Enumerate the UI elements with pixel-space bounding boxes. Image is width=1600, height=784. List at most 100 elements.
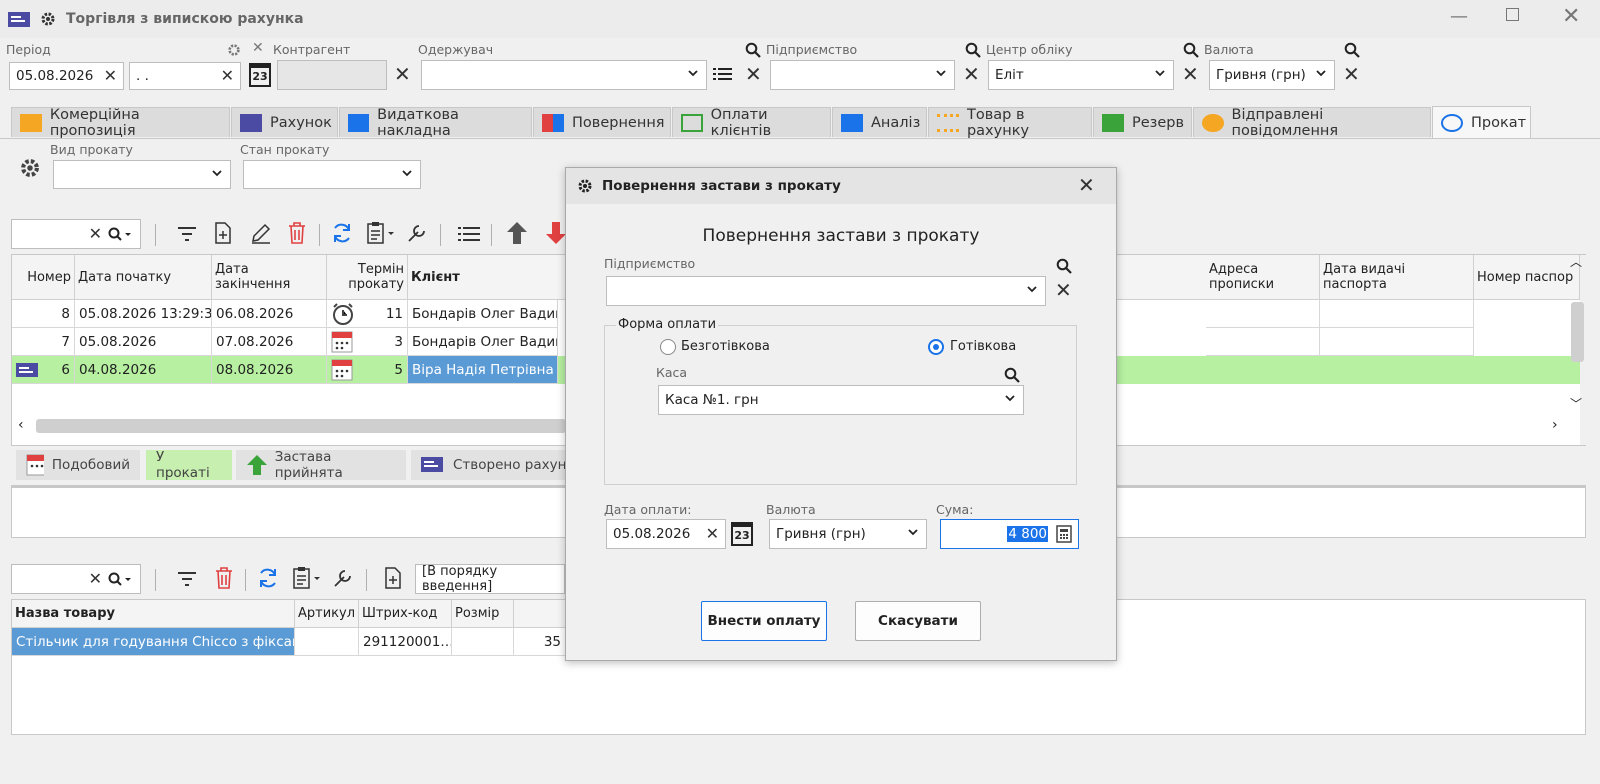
table-cell[interactable]: 8 xyxy=(12,300,75,328)
cash-radio[interactable] xyxy=(928,339,944,355)
clear-icon[interactable]: ✕ xyxy=(706,524,719,544)
move-up-icon[interactable] xyxy=(506,221,528,245)
table-cell[interactable] xyxy=(1206,300,1320,328)
calendar-icon[interactable]: 23 xyxy=(731,522,753,546)
sort-order-select[interactable]: [В порядку введення] xyxy=(415,564,565,594)
tab-commercial-offer[interactable]: Комерційна пропозиція xyxy=(11,107,230,139)
table-cell[interactable] xyxy=(452,628,514,656)
search-dropdown-icon[interactable] xyxy=(108,572,132,588)
submit-payment-button[interactable]: Внести оплату xyxy=(701,601,827,641)
table-cell[interactable]: 08.08.2026 xyxy=(212,356,327,384)
horizontal-scrollbar-thumb[interactable] xyxy=(36,419,566,433)
clear-icon[interactable]: ✕ xyxy=(221,66,234,86)
table-cell[interactable] xyxy=(295,628,359,656)
table-cell[interactable]: 35 xyxy=(514,628,566,656)
new-document-icon[interactable] xyxy=(214,222,232,244)
sum-input[interactable]: 4 800 xyxy=(940,519,1079,549)
tab-reserve[interactable]: Резерв xyxy=(1093,107,1192,137)
dialog-currency-select[interactable]: Гривня (грн) xyxy=(769,519,927,549)
scroll-up-arrow[interactable]: ︿ xyxy=(1570,253,1582,270)
search-icon[interactable] xyxy=(745,42,761,58)
table-cell[interactable] xyxy=(1320,328,1474,356)
period-from-input[interactable]: 05.08.2026 ✕ xyxy=(9,62,124,90)
table-cell[interactable]: 07.08.2026 xyxy=(212,328,327,356)
delete-icon[interactable] xyxy=(288,222,306,244)
col-header-goods-name[interactable]: Назва товару xyxy=(12,600,295,628)
status-daily[interactable]: Подобовий xyxy=(16,450,140,480)
scroll-right-arrow[interactable]: › xyxy=(1552,417,1558,433)
col-header-number[interactable]: Номер xyxy=(12,255,75,300)
tab-rental[interactable]: Прокат xyxy=(1432,106,1531,138)
table-cell[interactable]: Стільчик для годування Chicco з фіксаці… xyxy=(12,628,295,656)
grid-search-input[interactable]: ✕ xyxy=(11,219,141,249)
calendar-icon[interactable]: 23 xyxy=(249,63,271,87)
period-clear-icon[interactable]: ✕ xyxy=(252,40,264,56)
vertical-scrollbar-thumb[interactable] xyxy=(1571,302,1584,362)
scroll-left-arrow[interactable]: ‹ xyxy=(18,417,24,433)
table-cell[interactable]: 7 xyxy=(12,328,75,356)
col-header-size[interactable]: Розмір xyxy=(452,600,514,628)
goods-search-input[interactable]: ✕ xyxy=(11,564,141,594)
table-cell[interactable]: Віра Надія Петрівна xyxy=(408,356,558,384)
dialog-enterprise-clear-icon[interactable]: ✕ xyxy=(1055,280,1072,300)
refresh-icon[interactable] xyxy=(331,222,353,244)
counterparty-clear-icon[interactable]: ✕ xyxy=(394,64,411,84)
wrench-icon[interactable] xyxy=(406,222,428,244)
col-header-passport-number[interactable]: Номер паспор xyxy=(1474,255,1580,300)
table-cell[interactable]: 05.08.2026 xyxy=(75,328,212,356)
delete-icon[interactable] xyxy=(215,567,233,589)
table-cell[interactable] xyxy=(1320,300,1474,328)
maximize-button[interactable] xyxy=(1506,8,1519,21)
rental-state-select[interactable] xyxy=(243,160,421,189)
recipient-select[interactable] xyxy=(421,60,707,90)
tab-shipment[interactable]: Видаткова накладна xyxy=(339,107,532,139)
rental-type-select[interactable] xyxy=(53,160,231,189)
clipboard-dropdown-icon[interactable] xyxy=(366,221,398,245)
table-cell[interactable]: 3 xyxy=(327,328,408,356)
tab-goods-in-invoice[interactable]: Товар в рахунку xyxy=(928,107,1092,139)
table-cell[interactable] xyxy=(1206,328,1320,356)
refresh-icon[interactable] xyxy=(257,567,279,589)
tab-invoice[interactable]: Рахунок xyxy=(231,107,338,137)
cancel-button[interactable]: Скасувати xyxy=(855,601,981,641)
list-icon[interactable] xyxy=(713,66,733,82)
col-header-barcode[interactable]: Штрих-код xyxy=(359,600,452,628)
search-dropdown-icon[interactable] xyxy=(108,227,132,243)
status-invoice-created[interactable]: Створено рахунок xyxy=(411,450,569,480)
clipboard-dropdown-icon[interactable] xyxy=(292,566,324,590)
col-header-end-date[interactable]: Дата закінчення xyxy=(212,255,327,300)
edit-icon[interactable] xyxy=(250,222,272,244)
tab-analysis[interactable]: Аналіз xyxy=(832,107,927,137)
list-view-icon[interactable] xyxy=(458,226,480,242)
col-header-passport-date[interactable]: Дата видачі паспорта xyxy=(1320,255,1474,300)
search-icon[interactable] xyxy=(1004,367,1020,383)
enterprise-select[interactable] xyxy=(770,60,955,90)
counterparty-input[interactable] xyxy=(277,60,387,90)
wrench-icon[interactable] xyxy=(332,567,354,589)
enterprise-clear-icon[interactable]: ✕ xyxy=(963,64,980,84)
col-header-article[interactable]: Артикул xyxy=(295,600,359,628)
search-icon[interactable] xyxy=(1344,42,1360,58)
recipient-clear-icon[interactable]: ✕ xyxy=(745,64,762,84)
col-header-address[interactable]: Адреса прописки xyxy=(1206,255,1320,300)
col-header-term[interactable]: Термін прокату xyxy=(327,255,408,300)
table-cell[interactable]: 06.08.2026 xyxy=(212,300,327,328)
calculator-icon[interactable] xyxy=(1056,525,1072,543)
minimize-button[interactable]: — xyxy=(1450,6,1468,27)
gear-icon[interactable] xyxy=(19,157,41,179)
search-icon[interactable] xyxy=(1056,258,1072,274)
filter-icon[interactable] xyxy=(177,570,197,588)
table-cell[interactable]: 11 xyxy=(327,300,408,328)
dialog-enterprise-select[interactable] xyxy=(606,276,1046,306)
table-cell[interactable]: 5 xyxy=(327,356,408,384)
period-settings-icon[interactable] xyxy=(227,43,241,57)
dialog-close-button[interactable]: ✕ xyxy=(1078,173,1095,197)
close-window-button[interactable]: ✕ xyxy=(1562,4,1580,29)
scroll-down-arrow[interactable]: ﹀ xyxy=(1570,395,1582,412)
clear-icon[interactable]: ✕ xyxy=(104,66,117,86)
cashless-radio[interactable] xyxy=(660,339,676,355)
clear-icon[interactable]: ✕ xyxy=(89,569,102,589)
payment-date-input[interactable]: 05.08.2026 ✕ xyxy=(606,519,726,549)
clear-icon[interactable]: ✕ xyxy=(89,224,102,244)
table-cell[interactable]: 05.08.2026 13:29:36 xyxy=(75,300,212,328)
